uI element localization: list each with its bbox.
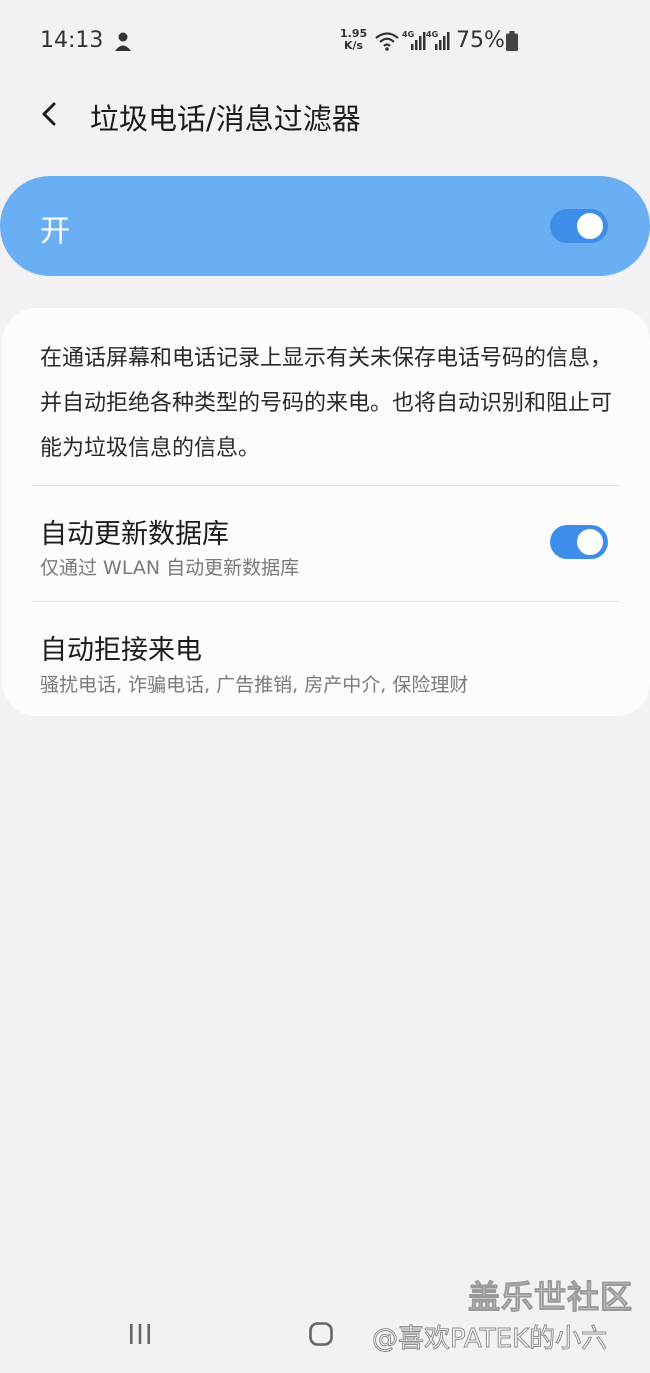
chevron-left-icon <box>42 102 56 126</box>
auto-reject-calls-title: 自动拒接来电 <box>40 635 202 666</box>
divider <box>32 601 620 602</box>
master-switch-label: 开 <box>40 214 70 249</box>
divider <box>32 485 620 486</box>
toggle-thumb <box>575 211 605 241</box>
network-speed: 1.95 K/s <box>340 28 367 52</box>
battery-percent: 75% <box>456 28 505 53</box>
home-icon[interactable] <box>309 1322 333 1346</box>
status-time: 14:13 <box>40 28 104 53</box>
settings-card: 在通话屏幕和电话记录上显示有关未保存电话号码的信息，并自动拒绝各种类型的号码的来… <box>2 308 650 716</box>
status-bar: 14:13 1.95 K/s 4G 4G 75% <box>0 0 650 84</box>
user-shield-icon <box>113 30 133 52</box>
header: 垃圾电话/消息过滤器 <box>0 84 650 144</box>
auto-update-database-subtitle: 仅通过 WLAN 自动更新数据库 <box>40 557 300 579</box>
auto-update-database-toggle[interactable] <box>550 525 608 559</box>
master-switch-row[interactable]: 开 <box>0 176 650 276</box>
auto-update-database-title: 自动更新数据库 <box>40 519 229 550</box>
recent-apps-icon[interactable] <box>128 1323 152 1345</box>
auto-reject-calls-subtitle: 骚扰电话, 诈骗电话, 广告推销, 房产中介, 保险理财 <box>40 674 469 696</box>
network-speed-unit: K/s <box>344 39 364 52</box>
master-switch-toggle[interactable] <box>550 209 608 243</box>
back-button[interactable] <box>30 94 70 134</box>
toggle-thumb <box>575 527 605 557</box>
signal-1-icon: 4G <box>402 30 426 52</box>
watermark-user: @喜欢PATEK的小六 <box>371 1324 608 1355</box>
wifi-icon <box>374 30 400 52</box>
page-title: 垃圾电话/消息过滤器 <box>90 102 361 136</box>
feature-description: 在通话屏幕和电话记录上显示有关未保存电话号码的信息，并自动拒绝各种类型的号码的来… <box>40 346 613 461</box>
signal-2-icon: 4G <box>426 30 450 52</box>
battery-icon <box>506 31 518 51</box>
